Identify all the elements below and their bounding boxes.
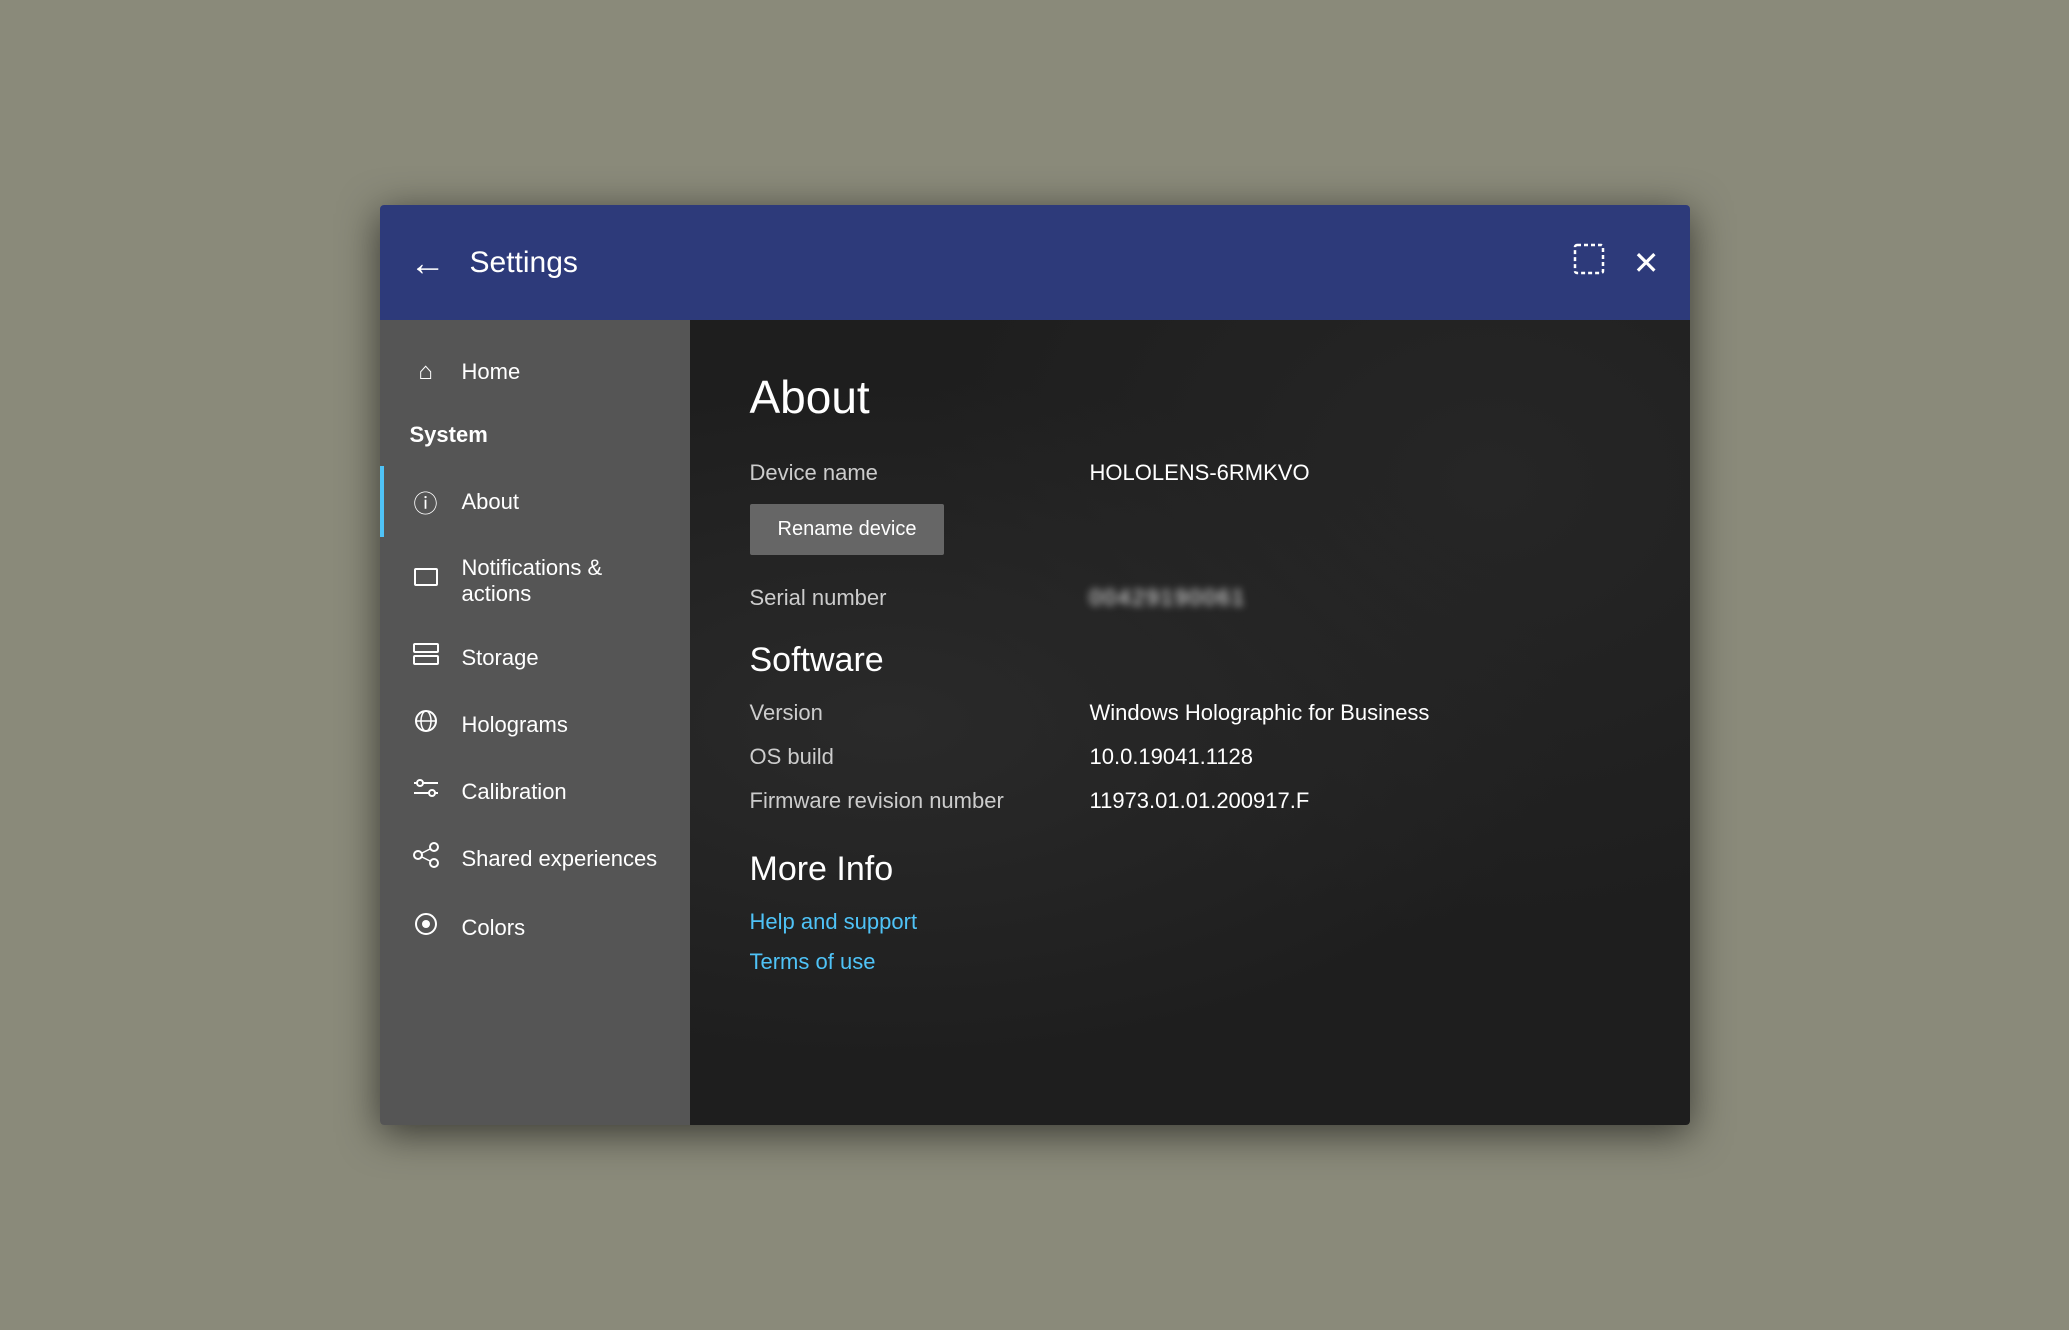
os-build-label: OS build bbox=[750, 744, 1090, 770]
sidebar-about-label: About bbox=[462, 489, 520, 515]
device-name-label: Device name bbox=[750, 460, 1090, 486]
sidebar-holograms-label: Holograms bbox=[462, 712, 568, 738]
sidebar: ⌂ Home System ⓘ About Notifications & ac… bbox=[380, 320, 690, 1125]
window-mode-icon[interactable] bbox=[1573, 243, 1605, 282]
firmware-row: Firmware revision number 11973.01.01.200… bbox=[750, 788, 1630, 814]
storage-icon bbox=[410, 643, 442, 672]
window-title: Settings bbox=[470, 246, 1573, 280]
sidebar-item-shared[interactable]: Shared experiences bbox=[380, 824, 690, 893]
sidebar-item-colors[interactable]: Colors bbox=[380, 893, 690, 962]
main-content: About Device name HOLOLENS-6RMKVO Rename… bbox=[690, 320, 1690, 1125]
terms-of-use-link[interactable]: Terms of use bbox=[750, 949, 1630, 975]
window-controls: ✕ bbox=[1573, 243, 1660, 282]
colors-icon bbox=[410, 911, 442, 944]
calibration-icon bbox=[410, 777, 442, 806]
sidebar-notifications-label: Notifications & actions bbox=[462, 555, 660, 607]
holograms-icon bbox=[410, 708, 442, 741]
page-title: About bbox=[750, 370, 1630, 424]
sidebar-item-holograms[interactable]: Holograms bbox=[380, 690, 690, 759]
content-area: ⌂ Home System ⓘ About Notifications & ac… bbox=[380, 320, 1690, 1125]
device-name-value: HOLOLENS-6RMKVO bbox=[1090, 460, 1310, 486]
sidebar-item-about[interactable]: ⓘ About bbox=[380, 466, 690, 537]
help-and-support-link[interactable]: Help and support bbox=[750, 909, 1630, 935]
rename-device-button[interactable]: Rename device bbox=[750, 504, 945, 555]
version-row: Version Windows Holographic for Business bbox=[750, 700, 1630, 726]
serial-number-value: 00429190061 bbox=[1090, 585, 1247, 611]
os-build-row: OS build 10.0.19041.1128 bbox=[750, 744, 1630, 770]
version-value: Windows Holographic for Business bbox=[1090, 700, 1430, 726]
more-info-section-title: More Info bbox=[750, 850, 1630, 889]
version-label: Version bbox=[750, 700, 1090, 726]
sidebar-item-home[interactable]: ⌂ Home bbox=[380, 340, 690, 404]
sidebar-storage-label: Storage bbox=[462, 645, 539, 671]
close-button[interactable]: ✕ bbox=[1633, 244, 1660, 282]
sidebar-home-label: Home bbox=[462, 359, 521, 385]
sidebar-item-notifications[interactable]: Notifications & actions bbox=[380, 537, 690, 625]
software-section-title: Software bbox=[750, 641, 1630, 680]
sidebar-calibration-label: Calibration bbox=[462, 779, 567, 805]
serial-number-row: Serial number 00429190061 bbox=[750, 585, 1630, 611]
back-button[interactable]: ← bbox=[410, 245, 446, 281]
firmware-label: Firmware revision number bbox=[750, 788, 1090, 814]
titlebar: ← Settings ✕ bbox=[380, 205, 1690, 320]
os-build-value: 10.0.19041.1128 bbox=[1090, 744, 1254, 770]
sidebar-item-storage[interactable]: Storage bbox=[380, 625, 690, 690]
shared-icon bbox=[410, 842, 442, 875]
sidebar-system-label[interactable]: System bbox=[380, 404, 690, 466]
sidebar-colors-label: Colors bbox=[462, 915, 526, 941]
home-icon: ⌂ bbox=[410, 358, 442, 386]
firmware-value: 11973.01.01.200917.F bbox=[1090, 788, 1310, 814]
notifications-icon bbox=[410, 565, 442, 598]
serial-number-label: Serial number bbox=[750, 585, 1090, 611]
device-name-row: Device name HOLOLENS-6RMKVO bbox=[750, 460, 1630, 486]
sidebar-item-calibration[interactable]: Calibration bbox=[380, 759, 690, 824]
settings-window: ← Settings ✕ ⌂ Home System ⓘ About bbox=[380, 205, 1690, 1125]
about-icon: ⓘ bbox=[410, 484, 442, 519]
sidebar-shared-label: Shared experiences bbox=[462, 846, 658, 872]
